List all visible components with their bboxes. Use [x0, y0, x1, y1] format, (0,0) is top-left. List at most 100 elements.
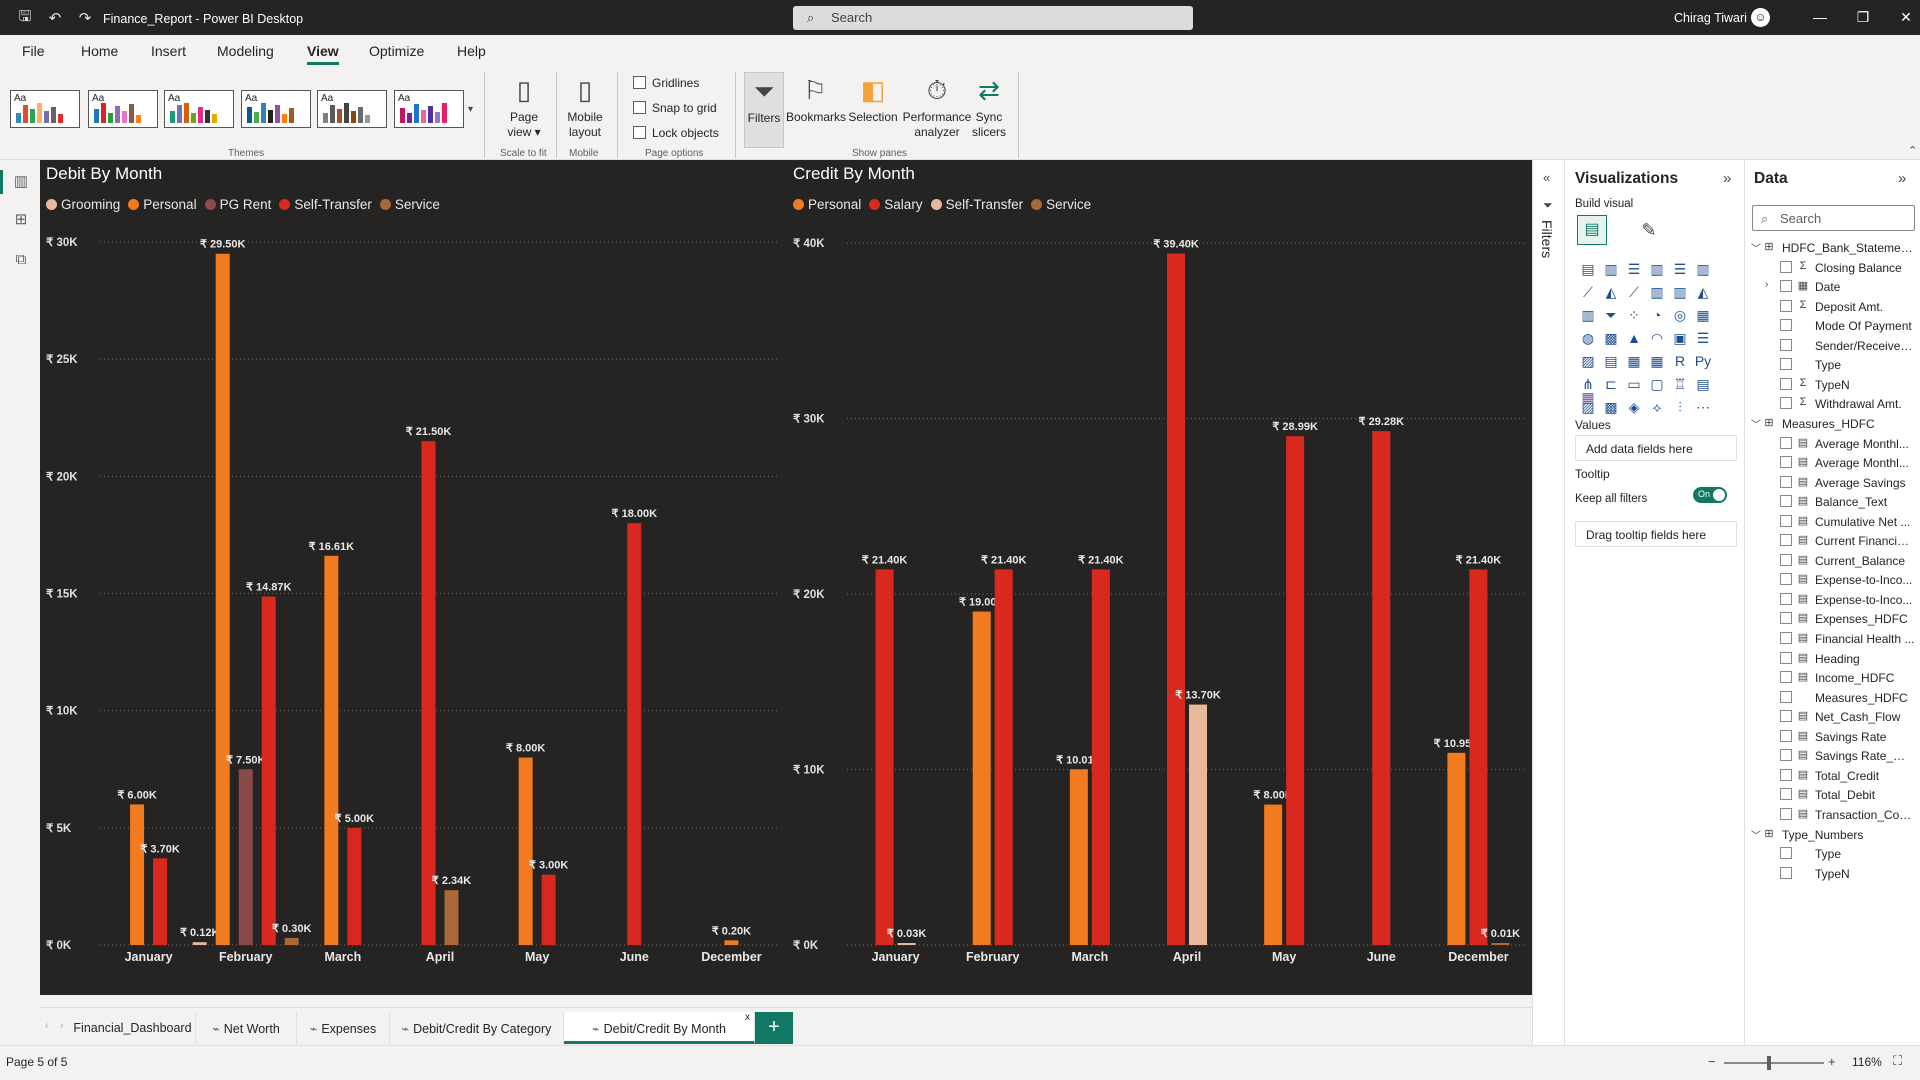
sync-slicers-button[interactable]: ⇄ Sync slicers: [968, 72, 1010, 140]
theme-swatch-6[interactable]: Aa: [394, 90, 464, 128]
bookmarks-pane-button[interactable]: ⚐ Bookmarks: [786, 72, 846, 125]
build-visual-tab[interactable]: ▤: [1577, 215, 1607, 245]
field-item[interactable]: ▤ Financial Health ...: [1745, 629, 1920, 649]
field-checkbox[interactable]: [1780, 319, 1792, 332]
clustered-column-visual-icon[interactable]: ▥: [1646, 258, 1668, 280]
keep-filters-toggle[interactable]: On: [1693, 487, 1727, 503]
gridlines-checkbox[interactable]: Gridlines: [633, 76, 699, 90]
bar-self-transfer[interactable]: [153, 858, 168, 945]
field-item[interactable]: ▤ Savings Rate: [1745, 727, 1920, 747]
tab-scroll-right-icon[interactable]: ›: [60, 1020, 63, 1031]
menu-file[interactable]: File: [22, 43, 45, 59]
field-checkbox[interactable]: [1780, 710, 1792, 723]
field-item[interactable]: ▤ Transaction_Count: [1745, 805, 1920, 825]
page-tab[interactable]: ⌁ Expenses: [297, 1012, 390, 1044]
field-checkbox[interactable]: [1780, 866, 1792, 879]
close-icon[interactable]: ✕: [1896, 9, 1916, 27]
restore-icon[interactable]: ❐: [1853, 9, 1873, 27]
stacked-bar-visual-icon[interactable]: ▤: [1577, 258, 1599, 280]
bar-personal[interactable]: [724, 940, 739, 945]
fit-to-page-icon[interactable]: ⛶: [1893, 1053, 1902, 1069]
bar-salary[interactable]: [875, 569, 894, 945]
gauge-visual-icon[interactable]: ◠: [1646, 327, 1668, 349]
global-search-input[interactable]: ⌕ Search: [793, 6, 1193, 30]
bar-personal[interactable]: [518, 757, 533, 945]
collapse-pane-icon[interactable]: »: [1723, 170, 1731, 187]
table-node[interactable]: ﹀ ⊞ HDFC_Bank_Statement ...: [1745, 238, 1920, 258]
values-well[interactable]: Add data fields here: [1575, 435, 1737, 461]
menu-help[interactable]: Help: [457, 43, 486, 59]
more-visual-icon[interactable]: ⋯: [1692, 396, 1714, 418]
lock-objects-checkbox[interactable]: Lock objects: [633, 126, 719, 140]
field-item[interactable]: Measures_HDFC: [1745, 688, 1920, 708]
zoom-slider-thumb[interactable]: [1767, 1056, 1771, 1070]
format-visual-tab[interactable]: ✎: [1635, 216, 1663, 244]
stacked-area-visual-icon[interactable]: ⟋: [1623, 281, 1645, 303]
page-view-button[interactable]: ▯ Page view ▾: [500, 72, 548, 140]
field-checkbox[interactable]: [1780, 632, 1792, 644]
menu-view[interactable]: View: [307, 43, 339, 65]
expand-filters-icon[interactable]: «: [1543, 170, 1550, 185]
line-column-visual-icon[interactable]: ▥: [1646, 281, 1668, 303]
field-checkbox[interactable]: [1780, 456, 1792, 469]
filled-map-visual-icon[interactable]: ▩: [1600, 327, 1622, 349]
field-checkbox[interactable]: [1780, 553, 1792, 566]
chevron-down-icon[interactable]: ﹀: [1751, 827, 1761, 842]
field-item[interactable]: ▤ Net_Cash_Flow: [1745, 707, 1920, 727]
performance-analyzer-button[interactable]: ⏱ Performance analyzer: [902, 72, 972, 140]
bar-personal[interactable]: [1069, 769, 1088, 945]
page-tab[interactable]: ⌁ Net Worth: [196, 1012, 297, 1044]
stacked-column-visual-icon[interactable]: ▥: [1600, 258, 1622, 280]
field-item[interactable]: TypeN: [1745, 864, 1920, 884]
field-checkbox[interactable]: [1780, 690, 1792, 703]
field-item[interactable]: ▤ Balance_Text: [1745, 492, 1920, 512]
theme-swatch-1[interactable]: Aa: [10, 90, 80, 128]
field-checkbox[interactable]: [1780, 280, 1792, 293]
decomposition-tree-visual-icon[interactable]: ⊏: [1600, 373, 1622, 395]
tooltip-well[interactable]: Drag tooltip fields here: [1575, 521, 1737, 547]
field-checkbox[interactable]: [1780, 612, 1792, 625]
slicer-visual-icon[interactable]: ▤: [1600, 350, 1622, 372]
paginated-visual-icon[interactable]: ▤: [1692, 373, 1714, 395]
bar-salary[interactable]: [1469, 569, 1488, 945]
field-checkbox[interactable]: [1780, 260, 1792, 273]
field-item[interactable]: ▤ Average Savings: [1745, 473, 1920, 493]
bar-salary[interactable]: [994, 569, 1013, 945]
chevron-down-icon[interactable]: ﹀: [1751, 240, 1761, 255]
field-checkbox[interactable]: [1780, 651, 1792, 664]
mobile-layout-button[interactable]: ▯ Mobile layout: [562, 72, 608, 140]
field-checkbox[interactable]: [1780, 847, 1792, 860]
bar-pg-rent[interactable]: [238, 769, 253, 945]
undo-icon[interactable]: ↶: [44, 7, 66, 29]
bar-personal[interactable]: [1264, 804, 1283, 945]
zoom-out-icon[interactable]: −: [1708, 1054, 1716, 1069]
themes-dropdown-icon[interactable]: ▾: [468, 104, 473, 115]
bar-self-transfer[interactable]: [897, 943, 916, 945]
get-more-visual-icon[interactable]: ⫶: [1669, 396, 1691, 418]
add-page-button[interactable]: +: [755, 1012, 793, 1044]
ribbon-visual-icon[interactable]: ◭: [1692, 281, 1714, 303]
chevron-down-icon[interactable]: ﹀: [1751, 416, 1761, 431]
field-item[interactable]: ▤ Cumulative Net ...: [1745, 512, 1920, 532]
field-checkbox[interactable]: [1780, 338, 1792, 351]
field-checkbox[interactable]: [1780, 436, 1792, 449]
bar-personal[interactable]: [130, 804, 145, 945]
bar-grooming[interactable]: [192, 942, 207, 945]
field-checkbox[interactable]: [1780, 377, 1792, 390]
shape-map-visual-icon[interactable]: ◈: [1623, 396, 1645, 418]
field-item[interactable]: Type: [1745, 355, 1920, 375]
matrix-visual-icon[interactable]: ▦: [1646, 350, 1668, 372]
bar-self-transfer[interactable]: [421, 441, 436, 945]
field-item[interactable]: Σ Closing Balance: [1745, 258, 1920, 278]
menu-insert[interactable]: Insert: [151, 43, 186, 59]
100-column-visual-icon[interactable]: ▥: [1692, 258, 1714, 280]
field-item[interactable]: ▤ Heading: [1745, 649, 1920, 669]
field-item[interactable]: ▤ Expense-to-Inco...: [1745, 590, 1920, 610]
field-item[interactable]: ▤ Current_Balance: [1745, 551, 1920, 571]
line-visual-icon[interactable]: ⟋: [1577, 281, 1599, 303]
bar-self-transfer[interactable]: [541, 874, 556, 945]
bar-service[interactable]: [1491, 943, 1510, 945]
bar-service[interactable]: [284, 937, 299, 945]
clustered-bar-visual-icon[interactable]: ☰: [1623, 258, 1645, 280]
funnel-visual-icon[interactable]: ⏷: [1600, 304, 1622, 326]
